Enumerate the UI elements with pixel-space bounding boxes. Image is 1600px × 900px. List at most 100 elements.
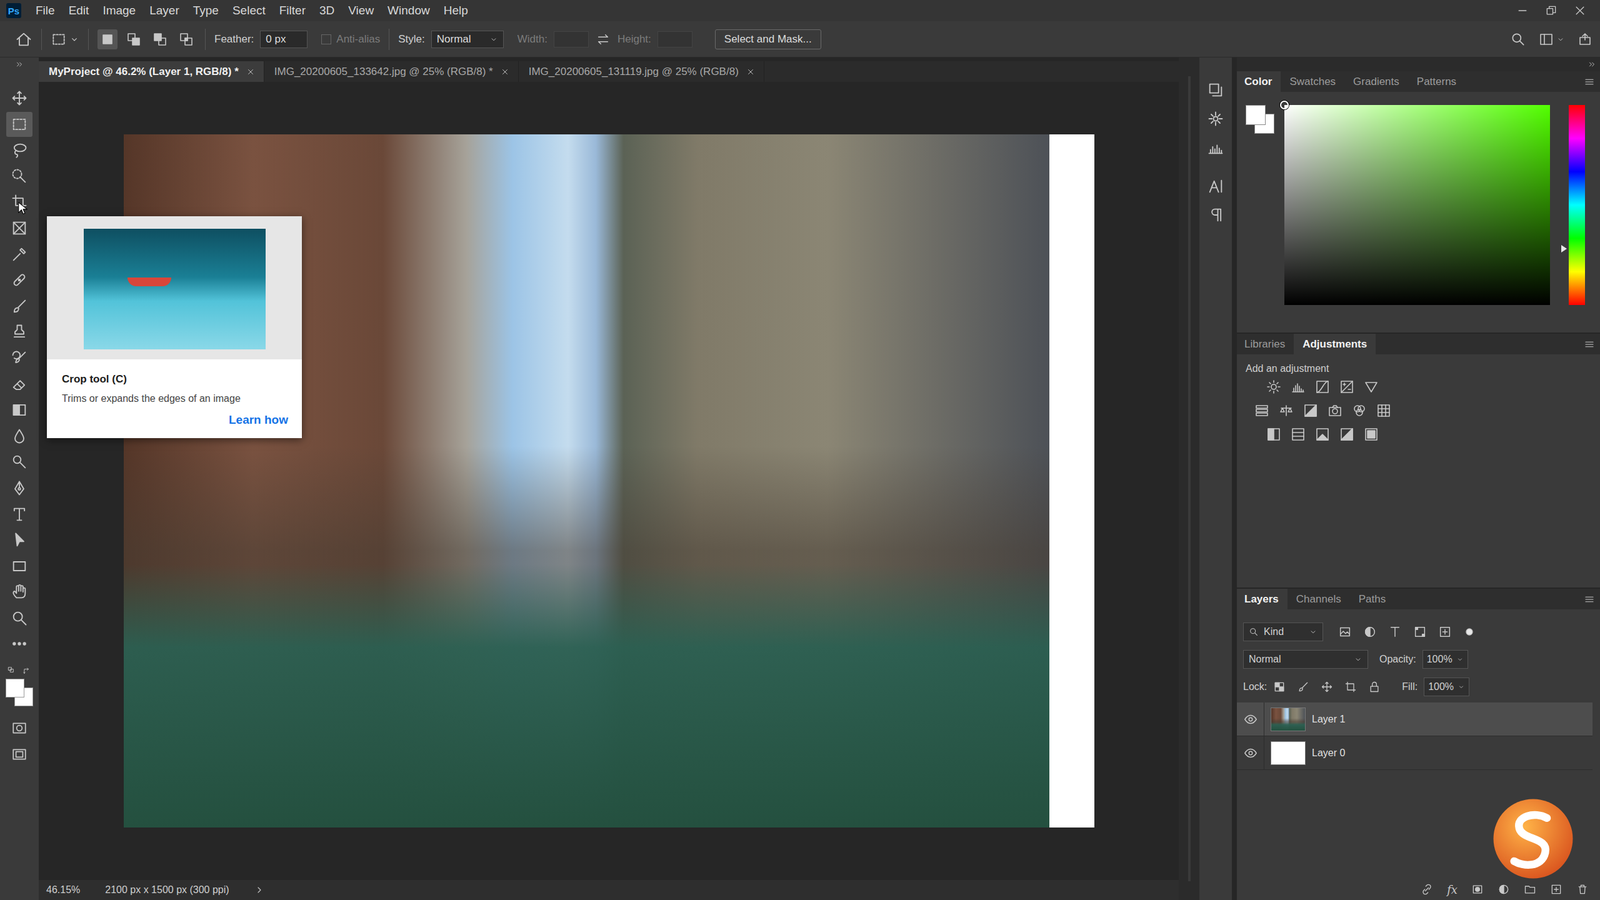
expand-chevrons-icon[interactable]: [15, 60, 24, 69]
selective-color-adjustment-icon[interactable]: [1363, 426, 1379, 442]
levels-adjustment-icon[interactable]: [1290, 379, 1306, 395]
invert-adjustment-icon[interactable]: [1266, 426, 1282, 442]
menu-item[interactable]: Filter: [272, 3, 313, 18]
tool-button[interactable]: [6, 553, 33, 579]
layer-name[interactable]: Layer 1: [1311, 713, 1345, 725]
tool-preset[interactable]: [50, 31, 80, 48]
shape-filter-icon[interactable]: [1413, 625, 1427, 639]
select-and-mask-button[interactable]: Select and Mask...: [715, 29, 822, 50]
quick-mask-icon[interactable]: [11, 720, 28, 737]
zoom-level[interactable]: 46.15%: [46, 884, 80, 896]
lock-all-icon[interactable]: [1368, 680, 1381, 694]
foreground-color-swatch[interactable]: [5, 678, 25, 698]
style-dropdown[interactable]: Normal: [431, 30, 504, 49]
lock-position-icon[interactable]: [1320, 680, 1334, 694]
restore-icon[interactable]: [1545, 4, 1558, 17]
close-icon[interactable]: [1573, 4, 1587, 17]
minimize-icon[interactable]: [1516, 4, 1529, 17]
tool-button[interactable]: [6, 163, 33, 189]
brush-settings-icon[interactable]: [1206, 110, 1225, 128]
tool-button[interactable]: [6, 527, 33, 553]
menu-item[interactable]: Layer: [142, 3, 187, 18]
home-icon[interactable]: [15, 30, 33, 49]
vibrance-adjustment-icon[interactable]: [1363, 379, 1379, 395]
panel-tab[interactable]: Swatches: [1280, 71, 1345, 92]
panel-tab[interactable]: Libraries: [1236, 333, 1294, 355]
status-menu-icon[interactable]: [254, 885, 265, 895]
photo-filter-adjustment-icon[interactable]: [1327, 403, 1343, 419]
tool-button[interactable]: [6, 449, 33, 475]
tool-button[interactable]: [6, 241, 33, 267]
black-white-adjustment-icon[interactable]: [1303, 403, 1319, 419]
visibility-eye-icon[interactable]: [1243, 712, 1258, 727]
tool-button[interactable]: [6, 137, 33, 163]
default-colors-icon[interactable]: [7, 666, 17, 675]
new-adjustment-icon[interactable]: [1497, 883, 1510, 896]
threshold-adjustment-icon[interactable]: [1315, 426, 1330, 442]
pixel-filter-icon[interactable]: [1338, 625, 1352, 639]
hue-saturation-adjustment-icon[interactable]: [1254, 403, 1270, 419]
panel-tab[interactable]: Adjustments: [1293, 333, 1376, 355]
hue-slider[interactable]: [1568, 105, 1585, 305]
color-balance-adjustment-icon[interactable]: [1278, 403, 1294, 419]
menu-item[interactable]: View: [341, 3, 381, 18]
layer-row[interactable]: Layer 1: [1236, 702, 1593, 737]
histogram-icon[interactable]: [1206, 138, 1225, 157]
document-tab[interactable]: IMG_20200605_133642.jpg @ 25% (RGB/8) *: [264, 61, 519, 82]
app-logo[interactable]: Ps: [6, 3, 22, 19]
gradient-map-adjustment-icon[interactable]: [1339, 426, 1355, 442]
lock-transparent-icon[interactable]: [1273, 680, 1286, 694]
visibility-eye-icon[interactable]: [1243, 746, 1258, 760]
smart-object-filter-icon[interactable]: [1438, 625, 1452, 639]
tool-button[interactable]: [6, 501, 33, 527]
tool-button[interactable]: [6, 267, 33, 293]
filter-toggle-icon[interactable]: [1463, 625, 1476, 639]
tool-button[interactable]: [6, 605, 33, 631]
new-group-icon[interactable]: [1523, 883, 1537, 896]
menu-item[interactable]: 3D: [312, 3, 342, 18]
layer-row[interactable]: Layer 0: [1236, 736, 1593, 770]
character-icon[interactable]: [1206, 177, 1225, 195]
channel-mixer-adjustment-icon[interactable]: [1351, 403, 1367, 419]
curves-adjustment-icon[interactable]: [1315, 379, 1330, 395]
menu-item[interactable]: Edit: [61, 3, 97, 18]
foreground-swatch[interactable]: [1245, 105, 1266, 125]
document-tab[interactable]: IMG_20200605_131119.jpg @ 25% (RGB/8): [518, 61, 765, 82]
tool-button[interactable]: [6, 579, 33, 605]
feather-field[interactable]: 0 px: [260, 30, 308, 49]
tool-button[interactable]: [6, 345, 33, 371]
tool-button[interactable]: [6, 319, 33, 345]
menu-item[interactable]: Image: [95, 3, 143, 18]
collapse-chevrons-icon[interactable]: [1587, 60, 1597, 69]
selection-mode-button[interactable]: [97, 29, 118, 50]
layer-filter-dropdown[interactable]: Kind: [1243, 622, 1324, 642]
screen-mode-icon[interactable]: [11, 746, 28, 763]
panel-tab[interactable]: Layers: [1236, 588, 1288, 610]
panel-tab[interactable]: Color: [1236, 71, 1281, 92]
lock-artboard-icon[interactable]: [1344, 680, 1357, 694]
tool-button[interactable]: [6, 293, 33, 319]
layer-name[interactable]: Layer 0: [1311, 747, 1345, 759]
tool-button[interactable]: [6, 371, 33, 397]
workspace-switcher[interactable]: [1538, 31, 1565, 47]
color-lookup-adjustment-icon[interactable]: [1376, 403, 1392, 419]
panel-tab[interactable]: Patterns: [1408, 71, 1465, 92]
menu-item[interactable]: Help: [436, 3, 475, 18]
selection-mode-button[interactable]: [176, 29, 197, 50]
share-icon[interactable]: [1577, 31, 1593, 47]
menu-item[interactable]: File: [28, 3, 62, 18]
adjustment-filter-icon[interactable]: [1363, 625, 1377, 639]
panel-tab[interactable]: Gradients: [1344, 71, 1409, 92]
blend-mode-dropdown[interactable]: Normal: [1243, 650, 1369, 669]
hue-marker[interactable]: [1561, 245, 1567, 253]
brightness-adjustment-icon[interactable]: [1266, 379, 1282, 395]
tool-button[interactable]: [6, 215, 33, 241]
panel-tab[interactable]: Channels: [1287, 588, 1350, 610]
tool-button[interactable]: [6, 85, 33, 111]
close-tab-icon[interactable]: [746, 67, 755, 77]
type-filter-icon[interactable]: [1388, 625, 1402, 639]
search-icon[interactable]: [1510, 31, 1527, 48]
panel-menu-icon[interactable]: [1583, 593, 1595, 605]
color-field[interactable]: [1284, 105, 1550, 305]
menu-item[interactable]: Select: [225, 3, 273, 18]
